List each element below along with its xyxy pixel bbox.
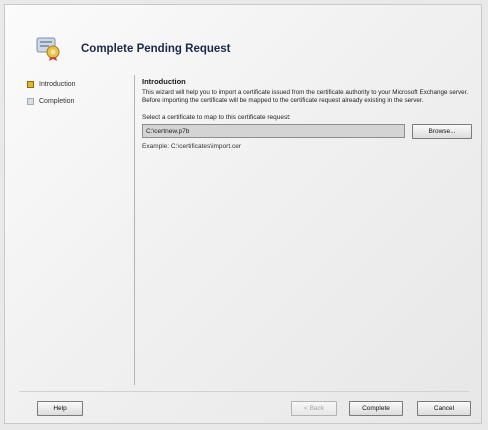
cancel-button[interactable]: Cancel: [417, 401, 471, 416]
section-title: Introduction: [142, 77, 186, 86]
page-title: Complete Pending Request: [81, 43, 231, 55]
certificate-path-input[interactable]: [142, 124, 405, 139]
section-description: This wizard will help you to import a ce…: [142, 89, 469, 105]
wizard-content: Introduction This wizard will help you t…: [142, 75, 472, 150]
step-completion[interactable]: Completion: [27, 94, 127, 108]
complete-button[interactable]: Complete: [349, 401, 403, 416]
step-introduction[interactable]: Introduction: [27, 77, 127, 91]
back-button[interactable]: < Back: [291, 401, 337, 416]
wizard-window: Complete Pending Request Introduction Co…: [4, 4, 482, 424]
wizard-steps: Introduction Completion: [27, 77, 127, 111]
browse-button[interactable]: Browse...: [412, 124, 472, 140]
help-button[interactable]: Help: [37, 401, 83, 416]
certificate-path-row: Browse...: [142, 124, 472, 141]
step-label: Completion: [39, 97, 75, 105]
wizard-header: Complete Pending Request: [5, 5, 481, 71]
certificate-wizard-icon: [36, 37, 60, 61]
example-text: Example: C:\certificates\import.cer: [142, 143, 241, 151]
active-step-icon: [27, 80, 34, 88]
step-label: Introduction: [39, 80, 76, 88]
certificate-select-label: Select a certificate to map to this cert…: [142, 114, 291, 122]
footer-divider: [19, 391, 469, 392]
pending-step-icon: [27, 97, 34, 105]
vertical-divider: [134, 75, 135, 385]
